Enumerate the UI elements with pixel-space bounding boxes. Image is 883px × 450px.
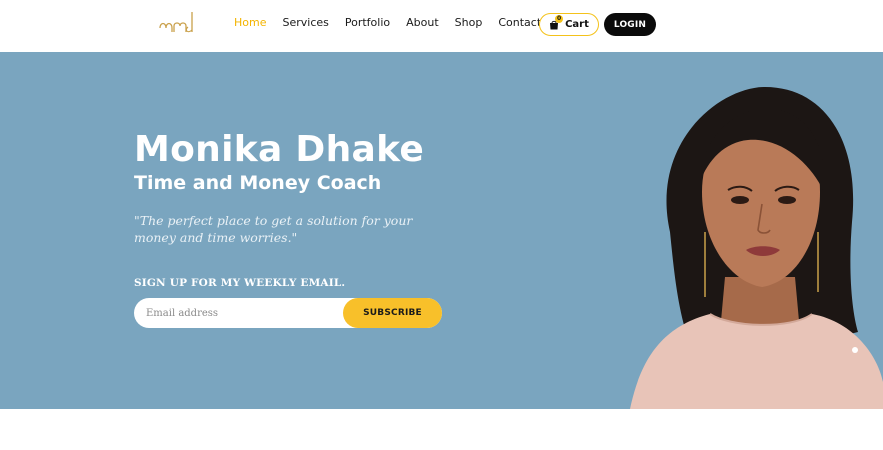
cart-count-badge: 0 xyxy=(555,14,564,23)
nav-home[interactable]: Home xyxy=(234,16,266,30)
hero-quote: "The perfect place to get a solution for… xyxy=(134,213,413,245)
cart-button[interactable]: 0 Cart xyxy=(539,13,599,36)
nav-about[interactable]: About xyxy=(406,16,439,30)
hero-section: Monika Dhake Time and Money Coach "The p… xyxy=(0,52,883,409)
nav-contact[interactable]: Contact xyxy=(498,16,541,30)
site-header: Home Services Portfolio About Shop Conta… xyxy=(0,0,883,52)
cart-label: Cart xyxy=(565,19,589,30)
nav-portfolio[interactable]: Portfolio xyxy=(345,16,390,30)
email-input[interactable] xyxy=(146,298,346,328)
hero-title: Monika Dhake xyxy=(134,129,425,170)
login-button[interactable]: LOGIN xyxy=(604,13,656,36)
site-logo-icon[interactable] xyxy=(158,8,198,38)
nav-shop[interactable]: Shop xyxy=(455,16,483,30)
newsletter-label: SIGN UP FOR MY WEEKLY EMAIL. xyxy=(134,277,346,289)
subscribe-button[interactable]: SUBSCRIBE xyxy=(343,298,442,328)
main-nav: Home Services Portfolio About Shop Conta… xyxy=(234,16,557,30)
nav-services[interactable]: Services xyxy=(282,16,328,30)
hero-subtitle: Time and Money Coach xyxy=(134,172,382,194)
shopping-bag-icon: 0 xyxy=(549,14,564,30)
coach-portrait xyxy=(630,82,883,409)
